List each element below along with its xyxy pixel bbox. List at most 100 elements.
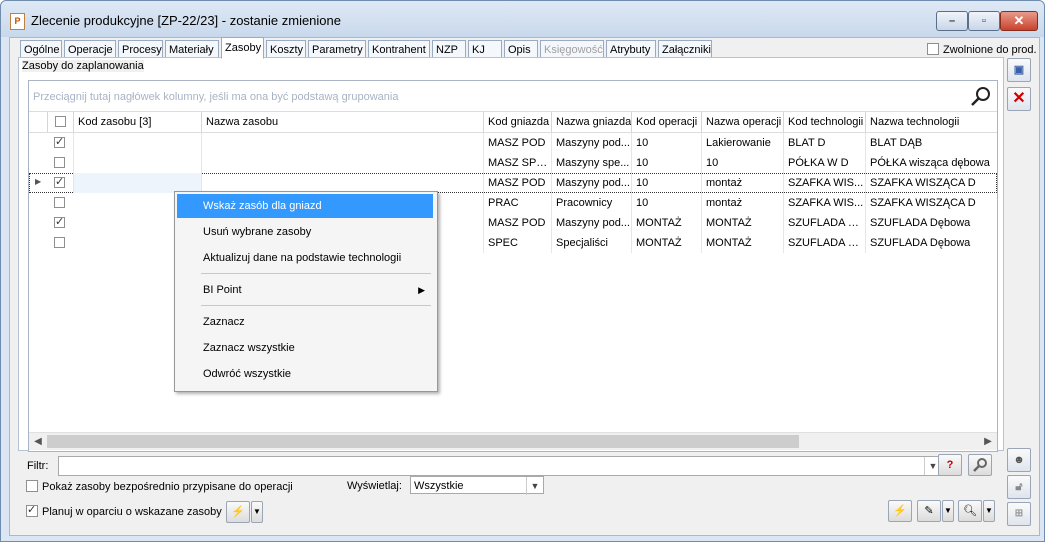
col-nazwa-technologii[interactable]: Nazwa technologii — [865, 112, 997, 132]
planuj-box[interactable] — [26, 503, 38, 517]
planuj-checkbox[interactable]: Planuj w oparciu o wskazane zasoby — [26, 503, 222, 518]
preview-button[interactable]: 🔍︎ — [958, 500, 982, 522]
tab-ogolne[interactable]: Ogólne — [20, 40, 62, 58]
cell-kod-gniazda[interactable]: MASZ POD — [483, 213, 551, 233]
cell-nazwa-gniazda[interactable]: Maszyny pod... — [551, 133, 631, 153]
menu-item-wskaz-zasob[interactable]: Wskaż zasób dla gniazd — [177, 194, 433, 218]
cell-kod-gniazda[interactable]: MASZ POD — [483, 173, 551, 193]
cell-nazwa-zasobu[interactable] — [201, 153, 483, 173]
cell-nazwa-gniazda[interactable]: Maszyny pod... — [551, 213, 631, 233]
cell-nazwa-gniazda[interactable]: Pracownicy — [551, 193, 631, 213]
tab-zasoby[interactable]: Zasoby — [221, 37, 264, 59]
col-kod-gniazda[interactable]: Kod gniazda — [483, 112, 551, 132]
cell-kod-technologii[interactable]: SZUFLADA D... — [783, 233, 865, 253]
maximize-button[interactable]: ▫ — [968, 11, 1000, 31]
save-button[interactable]: ▣ — [1007, 58, 1031, 82]
cell-kod-gniazda[interactable]: MASZ POD — [483, 133, 551, 153]
menu-item-usun-zasoby[interactable]: Usuń wybrane zasoby — [177, 220, 433, 244]
users-button[interactable]: ☻ — [1007, 448, 1031, 472]
cell-nazwa-technologii[interactable]: BLAT DĄB — [865, 133, 997, 153]
col-nazwa-gniazda[interactable]: Nazwa gniazda — [551, 112, 631, 132]
tab-koszty[interactable]: Koszty — [266, 40, 306, 58]
cell-nazwa-operacji[interactable]: MONTAŻ — [701, 233, 783, 253]
tab-zalaczniki[interactable]: Załączniki — [658, 40, 712, 58]
cell-nazwa-operacji[interactable]: Lakierowanie — [701, 133, 783, 153]
row-checkbox[interactable] — [54, 215, 65, 228]
cell-kod-technologii[interactable]: SZAFKA WIS... — [783, 193, 865, 213]
tab-kj[interactable]: KJ — [468, 40, 502, 58]
cell-kod-operacji[interactable]: 10 — [631, 173, 701, 193]
cell-nazwa-gniazda[interactable]: Maszyny pod... — [551, 173, 631, 193]
cell-nazwa-operacji[interactable]: 10 — [701, 153, 783, 173]
cell-kod-operacji[interactable]: 10 — [631, 153, 701, 173]
cell-nazwa-operacji[interactable]: montaż — [701, 193, 783, 213]
row-checkbox[interactable] — [54, 197, 65, 208]
unlock-button[interactable]: 🔓︎ — [1007, 475, 1031, 499]
cell-nazwa-technologii[interactable]: SZUFLADA Dębowa — [865, 213, 997, 233]
cell-nazwa-gniazda[interactable]: Specjaliści — [551, 233, 631, 253]
col-kod-operacji[interactable]: Kod operacji — [631, 112, 701, 132]
cell-kod-gniazda[interactable]: SPEC — [483, 233, 551, 253]
minimize-button[interactable]: – — [936, 11, 968, 31]
chevron-down-icon[interactable]: ▼ — [526, 477, 543, 495]
select-all-header[interactable] — [47, 112, 73, 132]
cell-kod-gniazda[interactable]: PRAC — [483, 193, 551, 213]
cell-kod-operacji[interactable]: 10 — [631, 193, 701, 213]
cell-nazwa-operacji[interactable]: MONTAŻ — [701, 213, 783, 233]
row-checkbox[interactable] — [54, 237, 65, 248]
plan-dropdown-button[interactable]: ▼ — [251, 501, 263, 523]
filter-input[interactable]: ▼ — [58, 456, 942, 476]
cell-kod-technologii[interactable]: SZAFKA WIS... — [783, 173, 865, 193]
table-row[interactable]: MASZ POD Maszyny pod... 10 Lakierowanie … — [29, 133, 997, 153]
edit-button[interactable]: ✎ — [917, 500, 941, 522]
lightning-action-button[interactable]: ⚡ — [888, 500, 912, 522]
col-nazwa-operacji[interactable]: Nazwa operacji — [701, 112, 783, 132]
preview-dropdown-button[interactable]: ▼ — [983, 500, 995, 522]
cell-nazwa-technologii[interactable]: SZUFLADA Dębowa — [865, 233, 997, 253]
menu-item-aktualizuj[interactable]: Aktualizuj dane na podstawie technologii — [177, 246, 433, 270]
cancel-button[interactable]: ✕ — [1007, 87, 1031, 111]
cell-nazwa-technologii[interactable]: SZAFKA WISZĄCA D — [865, 173, 997, 193]
table-row-selected[interactable]: ▶ MASZ POD Maszyny pod... 10 montaż SZAF… — [29, 173, 997, 193]
edit-dropdown-button[interactable]: ▼ — [942, 500, 954, 522]
col-kod-technologii[interactable]: Kod technologii — [783, 112, 865, 132]
scroll-left-icon[interactable]: ◀ — [31, 435, 45, 448]
tab-opis[interactable]: Opis — [504, 40, 538, 58]
search-icon[interactable] — [969, 85, 993, 109]
filter-tool-button[interactable] — [968, 454, 992, 476]
tab-ksiegowosc[interactable]: Księgowość — [540, 40, 604, 58]
cell-nazwa-operacji[interactable]: montaż — [701, 173, 783, 193]
col-kod-zasobu[interactable]: Kod zasobu [3] — [73, 112, 201, 132]
tab-parametry[interactable]: Parametry — [308, 40, 366, 58]
cell-kod-gniazda[interactable]: MASZ SPEC — [483, 153, 551, 173]
close-button[interactable]: ✕ — [1000, 11, 1038, 31]
zwolnione-checkbox[interactable]: Zwolnione do prod. — [927, 43, 1037, 56]
tab-materialy[interactable]: Materiały — [165, 40, 219, 58]
cell-kod-technologii[interactable]: SZUFLADA D... — [783, 213, 865, 233]
cell-kod-technologii[interactable]: PÓŁKA W D — [783, 153, 865, 173]
pokaz-zasoby-checkbox[interactable]: Pokaż zasoby bezpośrednio przypisane do … — [26, 480, 293, 493]
horizontal-scrollbar[interactable]: ◀ ▶ — [29, 432, 997, 450]
zwolnione-checkbox-box[interactable] — [927, 43, 939, 55]
tab-kontrahent[interactable]: Kontrahent — [368, 40, 430, 58]
menu-item-bi-point[interactable]: BI Point ▶ — [177, 278, 433, 302]
cell-nazwa-zasobu[interactable] — [201, 133, 483, 153]
menu-item-zaznacz[interactable]: Zaznacz — [177, 310, 433, 334]
tab-nzp[interactable]: NZP — [432, 40, 466, 58]
menu-item-zaznacz-wszystkie[interactable]: Zaznacz wszystkie — [177, 336, 433, 360]
filter-help-button[interactable]: ? — [938, 454, 962, 476]
row-checkbox[interactable] — [54, 135, 65, 148]
col-nazwa-zasobu[interactable]: Nazwa zasobu — [201, 112, 483, 132]
table-row[interactable]: MASZ SPEC Maszyny spe... 10 10 PÓŁKA W D… — [29, 153, 997, 173]
tab-atrybuty[interactable]: Atrybuty — [606, 40, 656, 58]
cell-kod-zasobu[interactable] — [73, 133, 201, 153]
cell-kod-technologii[interactable]: BLAT D — [783, 133, 865, 153]
cell-kod-zasobu[interactable] — [73, 173, 201, 193]
menu-item-odwroc-wszystkie[interactable]: Odwróć wszystkie — [177, 362, 433, 386]
cell-kod-operacji[interactable]: MONTAŻ — [631, 213, 701, 233]
tab-operacje[interactable]: Operacje — [64, 40, 116, 58]
cell-nazwa-zasobu[interactable] — [201, 173, 483, 193]
select-all-checkbox[interactable] — [55, 116, 66, 127]
row-checkbox[interactable] — [54, 175, 65, 188]
scroll-right-icon[interactable]: ▶ — [981, 435, 995, 448]
